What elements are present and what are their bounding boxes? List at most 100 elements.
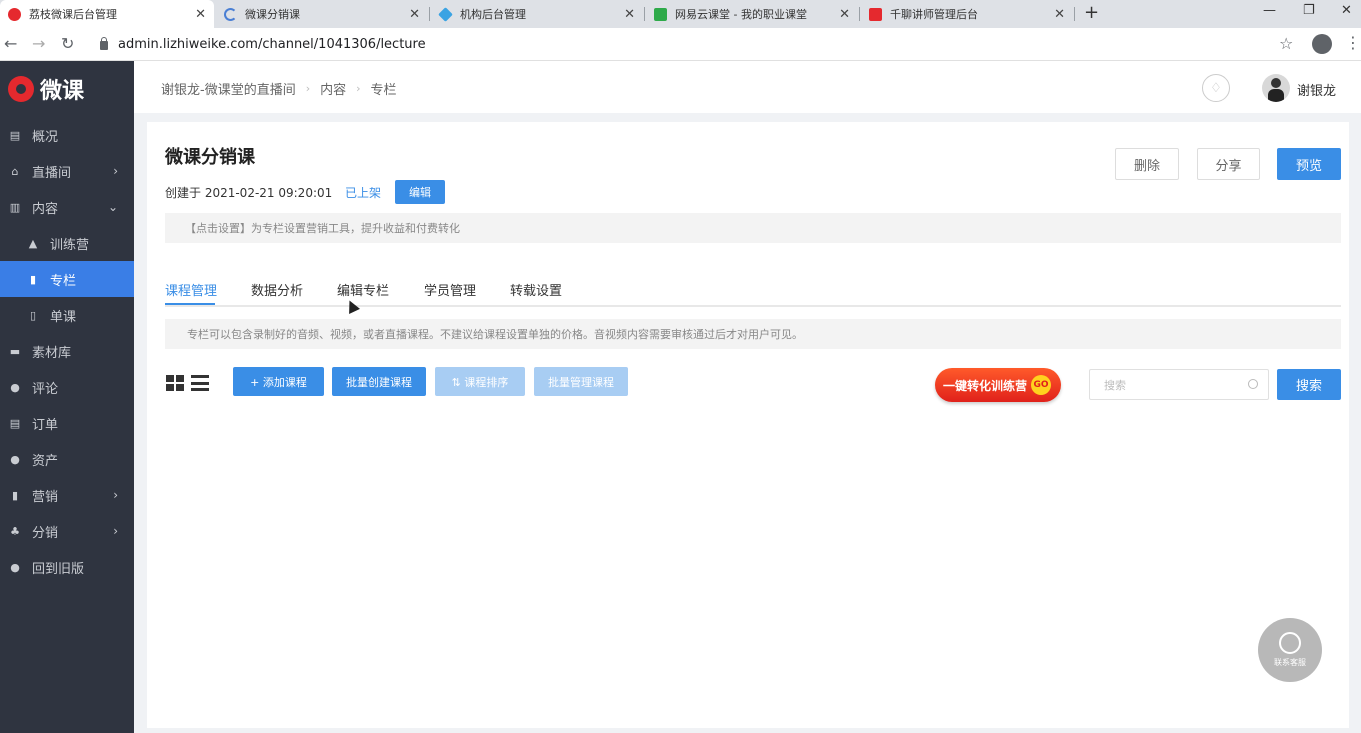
tab-course-management[interactable]: 课程管理 [165,280,217,299]
diamond-favicon-icon [438,6,453,22]
sidebar-item-label: 资产 [32,453,59,469]
top-header: 谢银龙-微课堂的直播间 › 内容 › 专栏 ♢ 谢银龙 [134,61,1361,113]
bar-chart-icon: ▮ [11,488,19,502]
course-card: 微课分销课 创建于 2021-02-21 09:20:01 已上架 编辑 删除 … [147,122,1349,728]
back-arrow-icon[interactable]: ← [4,34,17,53]
minimize-icon[interactable]: — [1263,3,1276,18]
sort-courses-button[interactable]: ⇅ 课程排序 [435,367,525,396]
page-tabs: 课程管理 数据分析 编辑专栏 学员管理 转载设置 [165,272,1341,307]
username[interactable]: 谢银龙 [1297,80,1336,99]
chevron-right-icon: › [113,488,118,502]
url-text: admin.lizhiweike.com/channel/1041306/lec… [118,37,426,52]
browser-tab-2[interactable]: 机构后台管理 ✕ [431,0,643,28]
sidebar-item-10[interactable]: ▮ 营销 › [0,477,134,513]
grid-view-icon[interactable] [166,375,184,391]
tab-student-management[interactable]: 学员管理 [424,280,476,299]
sidebar-item-1[interactable]: ⌂ 直播间 › [0,153,134,189]
clipboard-icon: ▤ [9,416,21,430]
tab-divider [429,7,430,21]
preview-button[interactable]: 预览 [1277,148,1341,180]
browser-tab-1[interactable]: 微课分销课 ✕ [216,0,428,28]
close-icon[interactable]: ✕ [1054,7,1065,22]
url-field[interactable]: admin.lizhiweike.com/channel/1041306/lec… [88,32,1308,57]
forward-arrow-icon[interactable]: → [32,34,45,53]
bookmark-icon: ▮ [29,272,37,286]
customer-service-label: 联系客服 [1274,658,1306,667]
sidebar-item-4[interactable]: ▮ 专栏 [0,261,134,297]
more-menu-icon[interactable]: ⋮ [1345,33,1361,52]
new-tab-icon[interactable]: + [1084,2,1099,23]
address-bar: ← → ↻ admin.lizhiweike.com/channel/10413… [0,28,1361,61]
sidebar-item-label: 订单 [32,417,59,433]
chevron-right-icon: › [113,524,118,538]
tab-data-analysis[interactable]: 数据分析 [251,280,303,299]
sidebar-item-label: 分销 [32,525,59,541]
chevron-down-icon: ⌄ [107,200,118,214]
browser-tab-0[interactable]: 荔枝微课后台管理 ✕ [0,0,214,28]
sidebar-item-5[interactable]: ▯ 单课 [0,297,134,333]
window-close-icon[interactable]: ✕ [1341,3,1352,18]
search-icon [1248,379,1258,389]
triangle-icon: ▲ [28,236,38,250]
browser-tab-3[interactable]: 网易云课堂 - 我的职业课堂 ✕ [646,0,858,28]
sidebar-item-0[interactable]: ▤ 概况 [0,117,134,153]
sidebar-item-label: 训练营 [50,237,90,253]
sidebar-item-label: 概况 [32,129,59,145]
lock-icon [100,37,108,50]
tab-title: 千聊讲师管理后台 [890,8,978,21]
document-icon: ▯ [29,308,37,322]
tab-edit-column[interactable]: 编辑专栏 [337,280,389,299]
go-badge: GO [1031,375,1052,395]
qianliao-favicon-icon [869,7,882,21]
sidebar-item-3[interactable]: ▲ 训练营 [0,225,134,261]
close-icon[interactable]: ✕ [409,7,420,22]
search-button[interactable]: 搜索 [1277,369,1341,400]
search-input[interactable]: 搜索 [1089,369,1269,400]
customer-service-button[interactable]: 联系客服 [1258,618,1322,682]
batch-manage-button[interactable]: 批量管理课程 [534,367,628,396]
sidebar-item-6[interactable]: ▬ 素材库 [0,333,134,369]
tab-title: 网易云课堂 - 我的职业课堂 [675,8,807,21]
profile-icon[interactable] [1312,34,1332,54]
share-button[interactable]: 分享 [1197,148,1260,180]
sidebar-item-8[interactable]: ▤ 订单 [0,405,134,441]
breadcrumb-item[interactable]: 谢银龙-微课堂的直播间 [161,79,296,98]
bell-icon[interactable]: ♢ [1202,74,1230,102]
reload-icon[interactable]: ↻ [61,34,74,53]
edit-button[interactable]: 编辑 [395,180,445,204]
folder-icon: ▬ [9,344,21,358]
lizhi-favicon-icon [8,7,21,21]
tab-title: 机构后台管理 [460,8,526,21]
marketing-tip-bar[interactable]: 【点击设置】为专栏设置营销工具，提升收益和付费转化 [165,213,1341,243]
close-icon[interactable]: ✕ [839,7,850,22]
sidebar-item-2[interactable]: ▥ 内容 ⌄ [0,189,134,225]
coin-icon: ● [10,452,20,466]
active-tab-indicator [165,303,215,305]
sidebar-item-11[interactable]: ♣ 分销 › [0,513,134,549]
add-course-button[interactable]: + 添加课程 [233,367,324,396]
convert-to-camp-button[interactable]: 一键转化训练营 GO [935,368,1061,402]
sidebar-item-12[interactable]: ● 回到旧版 [0,549,134,585]
tab-divider [859,7,860,21]
close-icon[interactable]: ✕ [624,7,635,22]
close-icon[interactable]: ✕ [195,7,206,22]
sidebar-item-9[interactable]: ● 资产 [0,441,134,477]
browser-tab-4[interactable]: 千聊讲师管理后台 ✕ [861,0,1073,28]
breadcrumb-item: 专栏 [370,83,397,98]
batch-create-button[interactable]: 批量创建课程 [332,367,426,396]
bookmark-star-icon[interactable]: ☆ [1279,34,1293,53]
restore-icon[interactable]: ❐ [1303,3,1315,18]
page-title: 微课分销课 [165,147,255,168]
chevron-right-icon: › [356,82,361,95]
avatar[interactable] [1262,74,1290,102]
tab-reprint-settings[interactable]: 转载设置 [510,280,562,299]
sidebar-item-7[interactable]: ● 评论 [0,369,134,405]
book-icon: ▥ [9,200,21,214]
breadcrumb-item[interactable]: 内容 [320,79,346,98]
list-view-icon[interactable] [191,375,209,391]
logo[interactable]: 微课 [0,61,134,117]
tab-title: 荔枝微课后台管理 [29,8,117,21]
sidebar-item-label: 评论 [32,381,59,397]
sidebar-item-label: 素材库 [32,345,72,361]
delete-button[interactable]: 删除 [1115,148,1179,180]
